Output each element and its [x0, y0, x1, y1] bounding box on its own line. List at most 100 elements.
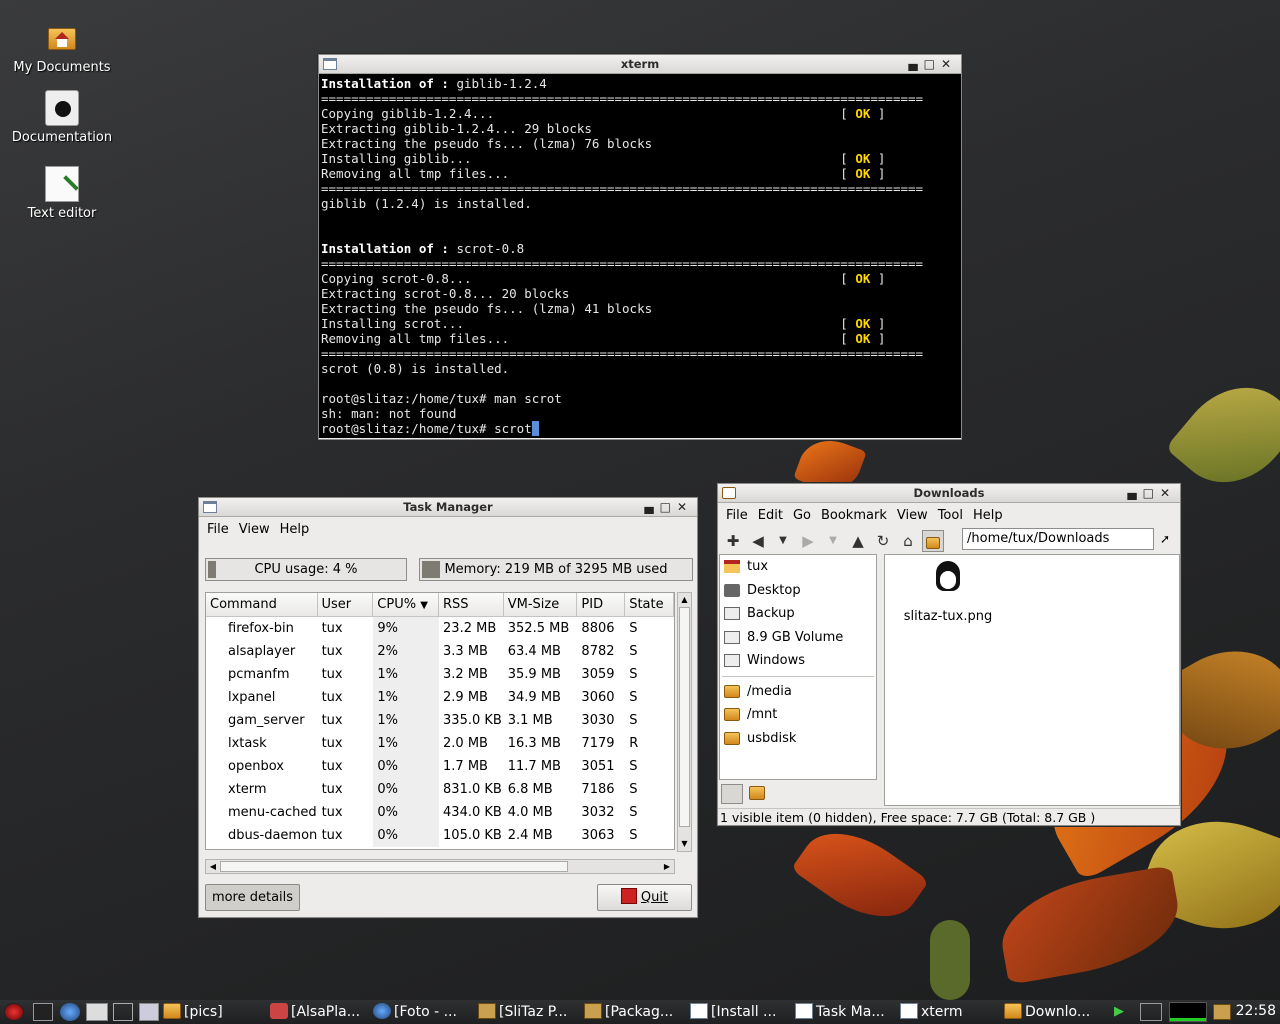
column-rss[interactable]: RSS: [439, 593, 504, 616]
maximize-icon[interactable]: □: [1143, 486, 1160, 500]
close-icon[interactable]: ✕: [941, 57, 957, 71]
task-button[interactable]: [SliTaz P...: [478, 1000, 578, 1024]
task-button[interactable]: Downlo...: [1004, 1000, 1100, 1024]
task-button[interactable]: Task Ma...: [795, 1000, 895, 1024]
place-item[interactable]: 8.9 GB Volume: [720, 626, 876, 650]
place-item[interactable]: Windows: [720, 649, 876, 673]
bookmark-item[interactable]: /media: [720, 680, 876, 704]
network-icon[interactable]: [1140, 1003, 1162, 1021]
close-icon[interactable]: ✕: [1160, 486, 1176, 500]
clock[interactable]: 22:58: [1236, 1000, 1276, 1022]
process-table[interactable]: Command User CPU% ▼ RSS VM-Size PID Stat…: [205, 592, 675, 850]
process-table-vscrollbar[interactable]: ▲ ▼: [677, 592, 692, 852]
column-state[interactable]: State: [625, 593, 674, 616]
xterm-titlebar[interactable]: xterm ▄□✕: [319, 55, 961, 74]
minimize-icon[interactable]: ▄: [644, 500, 659, 514]
minimize-icon[interactable]: ▄: [1127, 486, 1142, 500]
terminal-launcher-icon[interactable]: [33, 1003, 53, 1021]
file-view[interactable]: slitaz-tux.png: [884, 554, 1180, 806]
menu-help[interactable]: Help: [968, 508, 1008, 523]
new-tab-icon[interactable]: ✚: [722, 530, 744, 552]
task-button[interactable]: xterm: [900, 1000, 1000, 1024]
desktop-icon-documentation[interactable]: Documentation: [0, 90, 124, 145]
menu-view[interactable]: View: [234, 522, 275, 537]
forward-history-icon[interactable]: ▼: [822, 530, 844, 552]
column-vm-size[interactable]: VM-Size: [504, 593, 578, 616]
volume-icon[interactable]: ▶: [1114, 1004, 1134, 1020]
browser-launcher-icon[interactable]: [60, 1003, 80, 1021]
column-command[interactable]: Command: [206, 593, 318, 616]
window-controls[interactable]: ▄□✕: [1127, 484, 1176, 502]
bookmark-item[interactable]: /mnt: [720, 703, 876, 727]
quit-button[interactable]: Quit: [597, 884, 692, 911]
task-button[interactable]: [Install ...: [690, 1000, 790, 1024]
close-icon[interactable]: ✕: [677, 500, 693, 514]
table-row[interactable]: lxtask tux 1% 2.0 MB 16.3 MB 7179 R: [206, 732, 674, 755]
table-row[interactable]: openbox tux 0% 1.7 MB 11.7 MB 3051 S: [206, 755, 674, 778]
menu-view[interactable]: View: [892, 508, 933, 523]
menu-go[interactable]: Go: [788, 508, 816, 523]
xterm-window[interactable]: xterm ▄□✕ Installation of : giblib-1.2.4…: [318, 54, 962, 440]
task-manager-window[interactable]: Task Manager ▄□✕ File View Help CPU usag…: [198, 497, 698, 918]
table-row[interactable]: lxpanel tux 1% 2.9 MB 34.9 MB 3060 S: [206, 686, 674, 709]
task-manager-titlebar[interactable]: Task Manager ▄□✕: [199, 498, 697, 517]
table-row[interactable]: dbus-daemon tux 0% 105.0 KB 2.4 MB 3063 S: [206, 824, 674, 847]
menu-help[interactable]: Help: [275, 522, 315, 537]
history-dropdown-icon[interactable]: ▼: [772, 530, 794, 552]
table-row[interactable]: firefox-bin tux 9% 23.2 MB 352.5 MB 8806 S: [206, 617, 674, 640]
hscroll-thumb[interactable]: [220, 861, 568, 872]
table-row[interactable]: alsaplayer tux 2% 3.3 MB 63.4 MB 8782 S: [206, 640, 674, 663]
table-row[interactable]: pcmanfm tux 1% 3.2 MB 35.9 MB 3059 S: [206, 663, 674, 686]
go-icon[interactable]: ➚: [1160, 532, 1170, 546]
place-item[interactable]: Backup: [720, 602, 876, 626]
menu-file[interactable]: File: [721, 508, 753, 523]
file-manager-window[interactable]: Downloads ▄□✕ File Edit Go Bookmark View…: [717, 483, 1181, 826]
directory-tree-icon[interactable]: [749, 786, 765, 800]
menu-button-icon[interactable]: [4, 1003, 24, 1021]
reload-icon[interactable]: ↻: [872, 530, 894, 552]
scroll-right-icon[interactable]: ▶: [660, 860, 674, 873]
file-manager-titlebar[interactable]: Downloads ▄□✕: [718, 484, 1180, 503]
task-button[interactable]: [Packag...: [584, 1000, 684, 1024]
window-controls[interactable]: ▄□✕: [908, 55, 957, 73]
bookmark-item[interactable]: usbdisk: [720, 727, 876, 751]
menu-file[interactable]: File: [202, 522, 234, 537]
forward-icon[interactable]: ▶: [797, 530, 819, 552]
task-button[interactable]: [AlsaPla...: [270, 1000, 368, 1024]
show-desktop-icon[interactable]: [86, 1003, 108, 1021]
desktop-icon-text-editor[interactable]: Text editor: [0, 166, 124, 221]
column-cpu[interactable]: CPU% ▼: [373, 593, 439, 616]
table-row[interactable]: xterm tux 0% 831.0 KB 6.8 MB 7186 S: [206, 778, 674, 801]
terminal-output[interactable]: Installation of : giblib-1.2.4 ==========…: [319, 74, 961, 438]
task-button[interactable]: [pics]: [163, 1000, 263, 1024]
back-icon[interactable]: ◀: [747, 530, 769, 552]
minimize-icon[interactable]: ▄: [908, 57, 923, 71]
vscroll-thumb[interactable]: [679, 607, 690, 827]
scroll-down-icon[interactable]: ▼: [678, 837, 691, 851]
table-row[interactable]: menu-cached tux 0% 434.0 KB 4.0 MB 3032 S: [206, 801, 674, 824]
menu-bookmark[interactable]: Bookmark: [816, 508, 892, 523]
desktop-icon-my-documents[interactable]: My Documents: [0, 20, 124, 75]
menu-tool[interactable]: Tool: [933, 508, 968, 523]
desktop-pager-icon[interactable]: [113, 1003, 133, 1021]
menu-edit[interactable]: Edit: [753, 508, 788, 523]
package-tray-icon[interactable]: [1213, 1004, 1231, 1020]
column-pid[interactable]: PID: [577, 593, 626, 616]
task-button[interactable]: [Foto - ...: [373, 1000, 473, 1024]
places-view-icon[interactable]: [721, 784, 743, 804]
process-table-hscrollbar[interactable]: ◀ ▶: [205, 859, 675, 874]
column-user[interactable]: User: [318, 593, 374, 616]
table-row[interactable]: gam_server tux 1% 335.0 KB 3.1 MB 3030 S: [206, 709, 674, 732]
more-details-button[interactable]: more details: [205, 884, 300, 911]
windows-list-icon[interactable]: [139, 1003, 159, 1021]
scroll-up-icon[interactable]: ▲: [678, 593, 691, 607]
file-item[interactable]: slitaz-tux.png: [903, 561, 993, 624]
scroll-left-icon[interactable]: ◀: [206, 860, 220, 873]
home-icon[interactable]: ⌂: [897, 530, 919, 552]
toggle-location-icon[interactable]: [922, 530, 944, 552]
place-item[interactable]: tux: [720, 555, 876, 579]
window-controls[interactable]: ▄□✕: [644, 498, 693, 516]
up-icon[interactable]: ▲: [847, 530, 869, 552]
location-bar[interactable]: /home/tux/Downloads: [962, 528, 1154, 550]
maximize-icon[interactable]: □: [660, 500, 677, 514]
